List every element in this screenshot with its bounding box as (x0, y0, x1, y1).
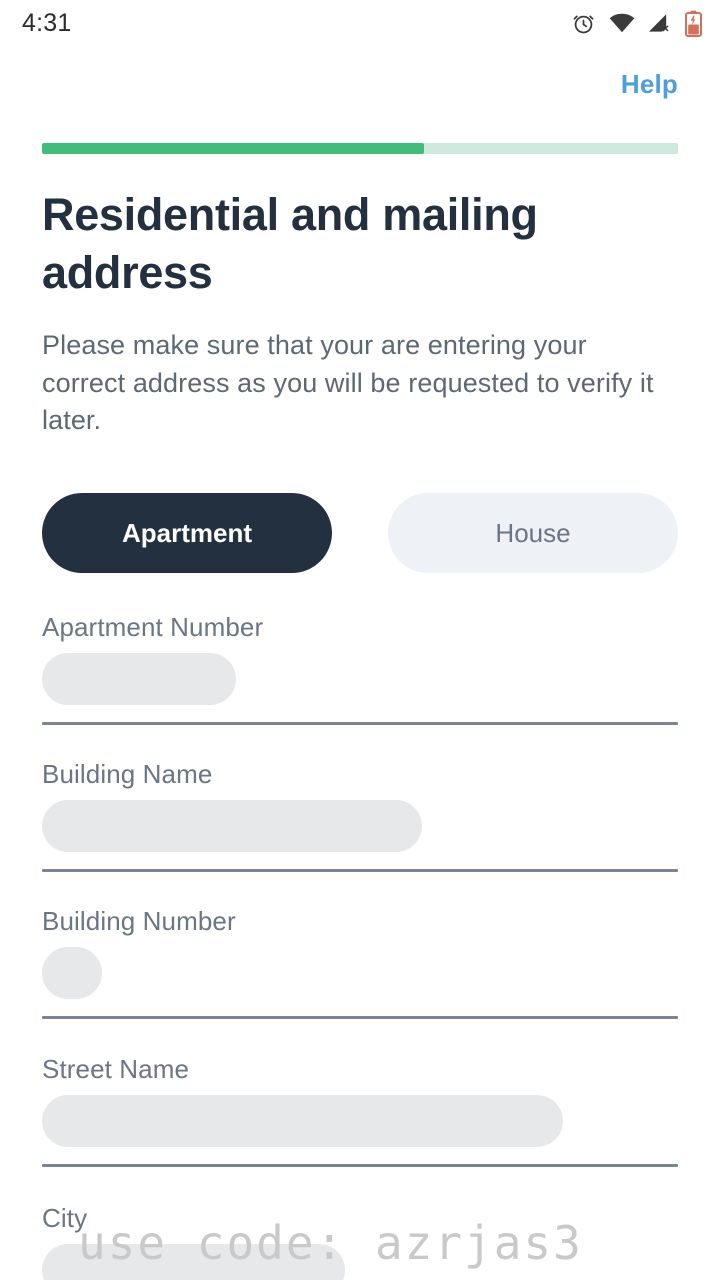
cellular-signal-off-icon (648, 13, 672, 33)
field-label: Street Name (42, 1054, 190, 1084)
page-subtitle: Please make sure that your are entering … (42, 330, 654, 435)
field-underline (42, 869, 678, 872)
app-screen: 4:31 Help Residential and mailing addres… (0, 0, 720, 1280)
field-underline (42, 722, 678, 725)
address-type-toggle: Apartment House (42, 493, 678, 573)
city-input[interactable] (42, 1244, 345, 1280)
progress-bar-fill (42, 143, 424, 154)
address-type-option-apartment[interactable]: Apartment (42, 493, 332, 573)
header-bar: Help (0, 46, 720, 122)
apartment-number-input[interactable] (42, 653, 236, 705)
status-icon-group (571, 10, 702, 37)
field-label: City (42, 1203, 88, 1233)
building-number-input[interactable] (42, 947, 102, 999)
battery-low-icon (685, 10, 702, 37)
status-time: 4:31 (22, 8, 72, 37)
field-underline (42, 1016, 678, 1019)
wifi-icon (609, 13, 635, 33)
field-label: Apartment Number (42, 612, 264, 642)
field-underline (42, 1164, 678, 1167)
street-name-input[interactable] (42, 1095, 563, 1147)
field-building-name: Building Name (42, 758, 678, 872)
field-apartment-number: Apartment Number (42, 611, 678, 725)
page-title: Residential and mailing address (42, 189, 538, 298)
field-building-number: Building Number (42, 905, 678, 1019)
field-label: Building Number (42, 906, 236, 936)
onboarding-progress-bar (42, 143, 678, 154)
field-label: Building Name (42, 759, 213, 789)
field-street-name: Street Name (42, 1053, 678, 1167)
address-type-option-house[interactable]: House (388, 493, 678, 573)
help-link[interactable]: Help (621, 69, 678, 100)
building-name-input[interactable] (42, 800, 422, 852)
alarm-clock-icon (571, 11, 596, 36)
status-bar: 4:31 (0, 0, 720, 46)
field-city: City (42, 1202, 678, 1280)
